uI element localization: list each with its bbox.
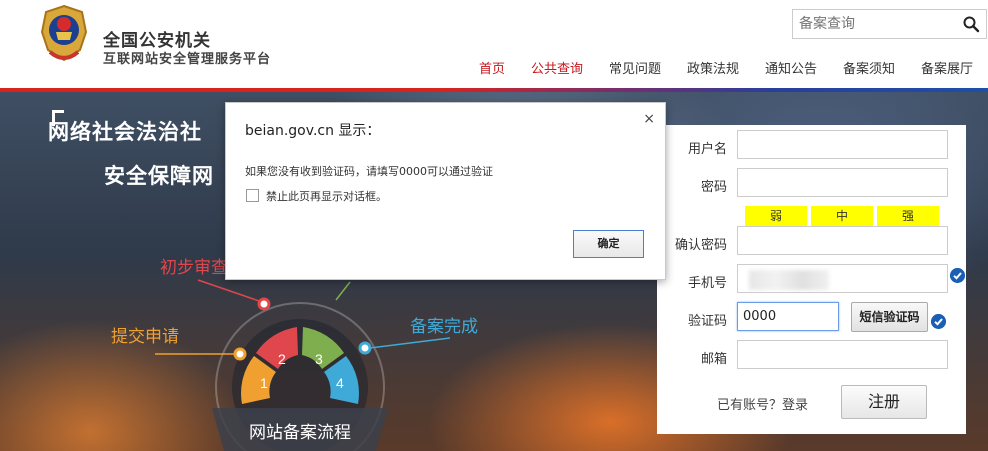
password-field[interactable] xyxy=(737,168,948,197)
nav-notices[interactable]: 通知公告 xyxy=(765,58,817,77)
confirm-password-field[interactable] xyxy=(737,226,948,255)
ok-button[interactable]: 确定 xyxy=(573,230,644,258)
email-field[interactable] xyxy=(737,340,948,369)
code-verified-icon xyxy=(931,314,946,329)
password-label: 密码 xyxy=(700,180,727,195)
sms-code-button[interactable]: 短信验证码 xyxy=(851,302,928,332)
register-form: 用户名 密码 弱 中 强 确认密码 手机号 验证码 0000 短信验证码 邮箱 … xyxy=(657,125,966,434)
nav-home[interactable]: 首页 xyxy=(479,58,505,77)
site-header: 全国公安机关 互联网站安全管理服务平台 首页 公共查询 常见问题 政策法规 通知… xyxy=(0,0,988,91)
nav-filing-gallery[interactable]: 备案展厅 xyxy=(921,58,973,77)
nav-policies[interactable]: 政策法规 xyxy=(687,58,739,77)
phone-label: 手机号 xyxy=(687,276,727,291)
step-submit-label: 提交申请 xyxy=(111,327,179,347)
segment-4-label: 4 xyxy=(336,375,344,391)
search-input[interactable] xyxy=(793,10,953,38)
code-label: 验证码 xyxy=(687,314,727,329)
username-label: 用户名 xyxy=(687,142,727,157)
redacted-phone xyxy=(749,270,829,290)
code-field[interactable]: 0000 xyxy=(737,302,839,331)
step-dot-4 xyxy=(358,341,372,355)
strength-weak: 弱 xyxy=(745,206,807,226)
suppress-dialog-checkbox[interactable] xyxy=(246,189,259,202)
phone-verified-icon xyxy=(950,268,965,283)
login-link[interactable]: 已有账号？登录 xyxy=(717,394,808,413)
dialog-title: beian.gov.cn 显示： xyxy=(245,123,381,139)
slogan-line2: 安全保障网 xyxy=(104,164,214,188)
step-complete-label: 备案完成 xyxy=(410,317,478,337)
close-icon[interactable]: × xyxy=(643,111,655,127)
dialog-message: 如果您没有收到验证码，请填写0000可以通过验证 xyxy=(245,165,493,178)
segment-1-label: 1 xyxy=(260,375,268,391)
nav-faq[interactable]: 常见问题 xyxy=(609,58,661,77)
search-icon[interactable] xyxy=(962,15,980,33)
step-review-label: 初步审查 xyxy=(160,258,228,278)
register-button[interactable]: 注册 xyxy=(841,385,927,419)
username-field[interactable] xyxy=(737,130,948,159)
strength-medium: 中 xyxy=(811,206,873,226)
step-dot-1 xyxy=(233,347,247,361)
step-dot-2 xyxy=(257,297,271,311)
search-box xyxy=(792,9,987,39)
suppress-dialog-label[interactable]: 禁止此页再显示对话框。 xyxy=(266,188,387,204)
police-emblem-logo[interactable] xyxy=(36,2,92,64)
confirm-password-label: 确认密码 xyxy=(674,238,727,253)
segment-3-label: 3 xyxy=(315,351,323,367)
strength-strong: 强 xyxy=(877,206,939,226)
nav-public-query[interactable]: 公共查询 xyxy=(531,58,583,77)
email-label: 邮箱 xyxy=(700,352,727,367)
slogan-line1: 网络社会法治社 xyxy=(48,120,202,144)
process-center-label: 网站备案流程 xyxy=(249,423,351,443)
alert-dialog: beian.gov.cn 显示： × 如果您没有收到验证码，请填写0000可以通… xyxy=(225,102,666,280)
site-subtitle: 互联网站安全管理服务平台 xyxy=(103,52,272,67)
nav-filing-guide[interactable]: 备案须知 xyxy=(843,58,895,77)
segment-2-label: 2 xyxy=(278,351,286,367)
